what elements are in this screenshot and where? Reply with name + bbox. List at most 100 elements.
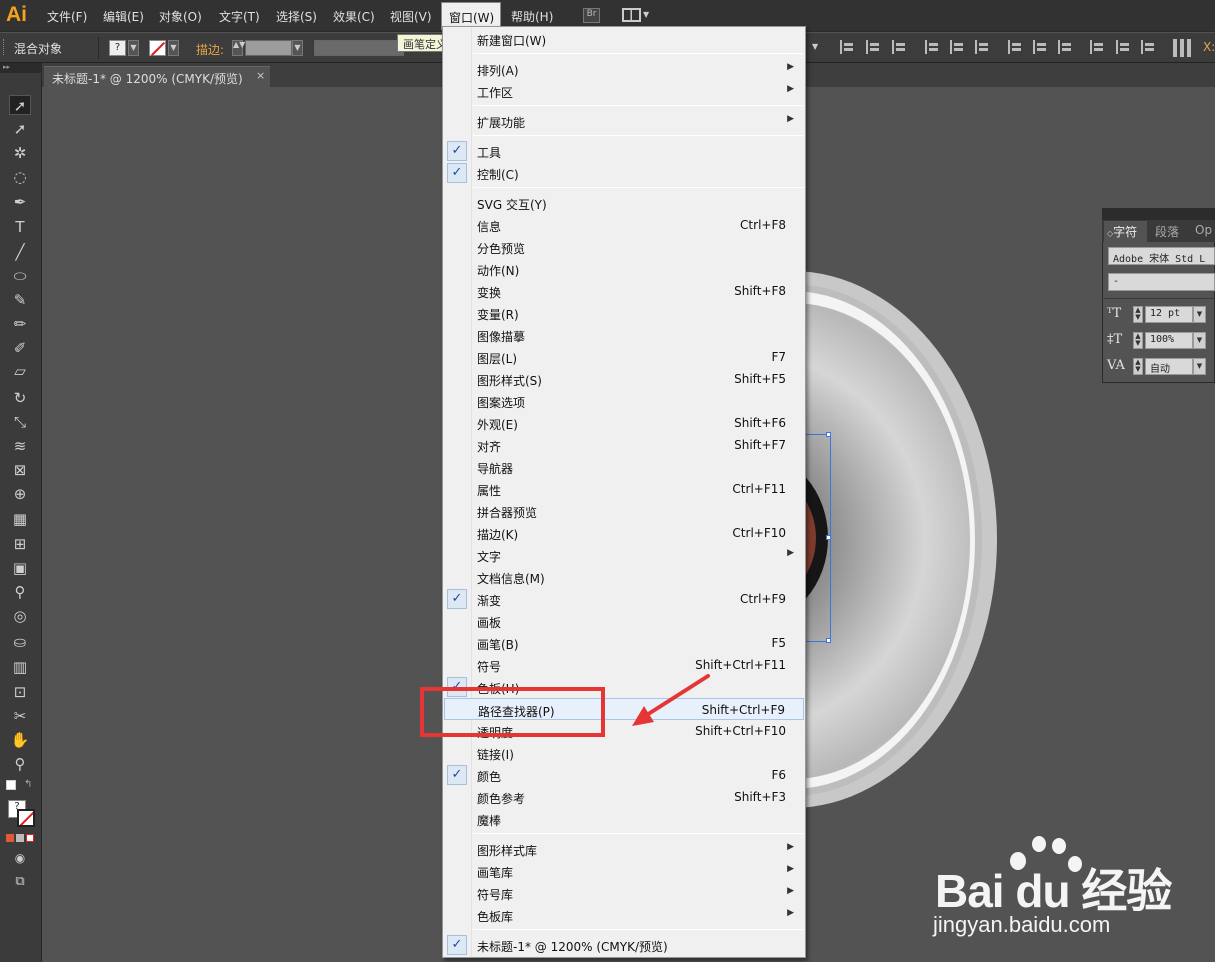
menu-item[interactable]: 分色预览 bbox=[444, 236, 804, 258]
menu-item[interactable]: 图层(L) F7 bbox=[444, 346, 804, 368]
distribute-bottom-icon[interactable] bbox=[1058, 40, 1072, 54]
menu-item[interactable]: 变量(R) bbox=[444, 302, 804, 324]
selection-handle[interactable] bbox=[826, 432, 831, 437]
zoom-tool-icon[interactable]: ⚲ bbox=[9, 754, 31, 774]
default-colors-icon[interactable] bbox=[6, 780, 16, 790]
align-bottom-icon[interactable] bbox=[975, 40, 989, 54]
stroke-dropdown[interactable]: ▼ bbox=[168, 40, 179, 56]
distribute-right-icon[interactable] bbox=[1141, 40, 1155, 54]
type-tool-icon[interactable]: T bbox=[9, 217, 31, 237]
align-center-icon[interactable] bbox=[866, 40, 880, 54]
menu-item[interactable]: ✓ 未标题-1* @ 1200% (CMYK/预览) bbox=[444, 934, 804, 956]
menu-view[interactable]: 视图(V) bbox=[390, 8, 432, 25]
draw-mode-icon[interactable]: ◉ bbox=[9, 848, 31, 868]
menu-item[interactable]: 外观(E) Shift+F6 bbox=[444, 412, 804, 434]
character-panel-header[interactable] bbox=[1102, 208, 1215, 220]
menu-item[interactable]: 图形样式(S) Shift+F5 bbox=[444, 368, 804, 390]
ellipse-tool-icon[interactable]: ⬭ bbox=[9, 266, 31, 286]
gradient-mode-icon[interactable] bbox=[16, 834, 24, 842]
transform-grid-icon[interactable] bbox=[1173, 39, 1191, 57]
perspective-grid-tool-icon[interactable]: ▦ bbox=[9, 509, 31, 529]
column-graph-tool-icon[interactable]: ▥ bbox=[9, 657, 31, 677]
tracking-dropdown[interactable]: ▼ bbox=[1193, 358, 1206, 375]
distribute-center-icon[interactable] bbox=[1033, 40, 1047, 54]
swap-colors-icon[interactable]: ↰ bbox=[24, 779, 32, 790]
font-size-stepper[interactable]: ▲ ▼ bbox=[1133, 306, 1143, 323]
fill-dropdown[interactable]: ▼ bbox=[128, 40, 139, 56]
blob-brush-tool-icon[interactable]: ✐ bbox=[9, 338, 31, 358]
menu-file[interactable]: 文件(F) bbox=[47, 8, 87, 25]
tab-paragraph[interactable]: 段落 bbox=[1155, 223, 1179, 240]
font-family-field[interactable]: Adobe 宋体 Std L bbox=[1108, 247, 1215, 265]
menu-item[interactable]: 图形样式库 ▶ bbox=[444, 838, 804, 860]
menu-item[interactable]: 画笔(B) F5 bbox=[444, 632, 804, 654]
width-tool-icon[interactable]: ≋ bbox=[9, 436, 31, 456]
magic-wand-tool-icon[interactable]: ✲ bbox=[9, 143, 31, 163]
menu-type[interactable]: 文字(T) bbox=[219, 8, 260, 25]
distribute-left-icon[interactable] bbox=[1090, 40, 1104, 54]
selection-handle[interactable] bbox=[826, 535, 831, 540]
x-coordinate-label[interactable]: X: bbox=[1203, 40, 1215, 54]
menu-item[interactable]: 排列(A) ▶ bbox=[444, 58, 804, 80]
document-tab[interactable]: 未标题-1* @ 1200% (CMYK/预览) bbox=[44, 66, 270, 87]
align-left-icon[interactable] bbox=[840, 40, 854, 54]
hand-tool-icon[interactable]: ✋ bbox=[9, 730, 31, 750]
menu-item[interactable]: 变换 Shift+F8 bbox=[444, 280, 804, 302]
selection-handle[interactable] bbox=[826, 638, 831, 643]
gradient-tool-icon[interactable]: ▣ bbox=[9, 558, 31, 578]
leading-dropdown[interactable]: ▼ bbox=[1193, 332, 1206, 349]
pen-tool-icon[interactable]: ✒ bbox=[9, 192, 31, 212]
stroke-label[interactable]: 描边: bbox=[196, 41, 224, 58]
leading-input[interactable]: 100% bbox=[1145, 332, 1193, 349]
menu-item[interactable]: 描边(K) Ctrl+F10 bbox=[444, 522, 804, 544]
lasso-tool-icon[interactable]: ◌ bbox=[9, 167, 31, 187]
menu-item[interactable]: ✓ 控制(C) bbox=[444, 162, 804, 184]
paintbrush-tool-icon[interactable]: ✎ bbox=[9, 290, 31, 310]
slice-tool-icon[interactable]: ✂ bbox=[9, 706, 31, 726]
tab-opentype[interactable]: Op bbox=[1195, 223, 1212, 237]
none-mode-icon[interactable] bbox=[26, 834, 34, 842]
menu-item[interactable]: 颜色参考 Shift+F3 bbox=[444, 786, 804, 808]
menu-item[interactable]: 画笔库 ▶ bbox=[444, 860, 804, 882]
align-middle-icon[interactable] bbox=[950, 40, 964, 54]
stroke-color-box[interactable] bbox=[17, 809, 35, 827]
shape-builder-tool-icon[interactable]: ⊕ bbox=[9, 484, 31, 504]
stroke-swatch[interactable] bbox=[149, 40, 166, 57]
menu-help[interactable]: 帮助(H) bbox=[511, 8, 553, 25]
menu-item[interactable]: 文档信息(M) bbox=[444, 566, 804, 588]
mesh-tool-icon[interactable]: ⊞ bbox=[9, 534, 31, 554]
eyedropper-tool-icon[interactable]: ⚲ bbox=[9, 582, 31, 602]
menu-object[interactable]: 对象(O) bbox=[159, 8, 202, 25]
tools-panel-header[interactable]: ▸▸ bbox=[0, 63, 42, 73]
menu-item[interactable]: 色板库 ▶ bbox=[444, 904, 804, 926]
eraser-tool-icon[interactable]: ▱ bbox=[9, 361, 31, 381]
rotate-tool-icon[interactable]: ↻ bbox=[9, 388, 31, 408]
artboard-tool-icon[interactable]: ⊡ bbox=[9, 682, 31, 702]
close-tab-icon[interactable]: × bbox=[256, 69, 265, 82]
font-size-dropdown[interactable]: ▼ bbox=[1193, 306, 1206, 323]
menu-edit[interactable]: 编辑(E) bbox=[103, 8, 144, 25]
stroke-weight-stepper[interactable]: ▲▼ bbox=[232, 40, 245, 56]
align-top-icon[interactable] bbox=[925, 40, 939, 54]
menu-item[interactable]: 文字 ▶ bbox=[444, 544, 804, 566]
direct-selection-tool-icon[interactable]: ➚ bbox=[9, 119, 31, 139]
scale-tool-icon[interactable]: ⤡ bbox=[9, 412, 31, 432]
menu-item[interactable]: SVG 交互(Y) bbox=[444, 192, 804, 214]
menu-item[interactable]: 图案选项 bbox=[444, 390, 804, 412]
variable-width-profile[interactable] bbox=[314, 40, 404, 56]
menu-item[interactable]: ✓ 工具 bbox=[444, 140, 804, 162]
menu-item[interactable]: 拼合器预览 bbox=[444, 500, 804, 522]
menu-item[interactable]: 动作(N) bbox=[444, 258, 804, 280]
align-right-icon[interactable] bbox=[892, 40, 906, 54]
menu-effect[interactable]: 效果(C) bbox=[333, 8, 375, 25]
menu-item[interactable]: 扩展功能 ▶ bbox=[444, 110, 804, 132]
leading-stepper[interactable]: ▲ ▼ bbox=[1133, 332, 1143, 349]
tracking-input[interactable]: 自动 bbox=[1145, 358, 1193, 375]
menu-item[interactable]: 链接(I) bbox=[444, 742, 804, 764]
color-mode-icon[interactable] bbox=[6, 834, 14, 842]
menu-item[interactable]: 符号库 ▶ bbox=[444, 882, 804, 904]
menu-item[interactable]: ✓ 渐变 Ctrl+F9 bbox=[444, 588, 804, 610]
chevron-down-icon[interactable]: ▼ bbox=[812, 42, 818, 51]
distribute-top-icon[interactable] bbox=[1008, 40, 1022, 54]
menu-item[interactable]: ✓ 颜色 F6 bbox=[444, 764, 804, 786]
